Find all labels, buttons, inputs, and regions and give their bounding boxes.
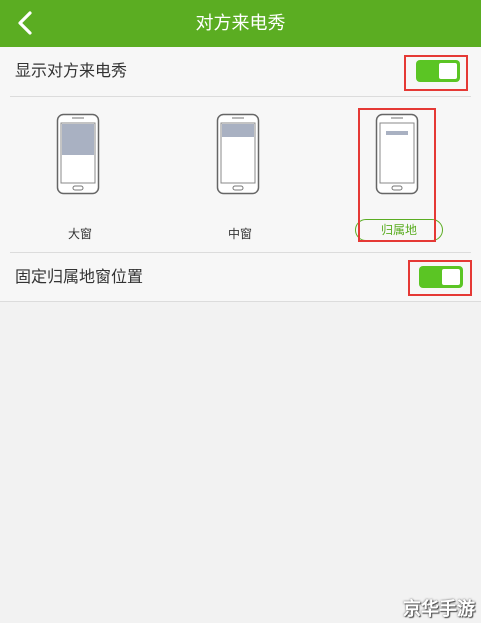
settings-panel: 显示对方来电秀 大窗 中窗 归属地 固定归属地窗位置: [0, 47, 481, 301]
window-option-medium[interactable]: 中窗: [180, 113, 300, 243]
window-option-label: 中窗: [227, 227, 252, 241]
setting-row-fix-location-window: 固定归属地窗位置: [0, 253, 481, 301]
phone-medium-window-icon: [216, 113, 260, 195]
highlight-box: [408, 260, 472, 296]
phone-large-window-icon: [56, 113, 100, 195]
window-option-label: 大窗: [67, 227, 92, 241]
highlight-box: [358, 108, 436, 242]
setting-label-show-callshow: 显示对方来电秀: [15, 61, 128, 80]
setting-label-fix-location-window: 固定归属地窗位置: [15, 267, 144, 286]
page-title: 对方来电秀: [195, 13, 286, 34]
window-option-large[interactable]: 大窗: [20, 113, 140, 243]
setting-row-show-callshow: 显示对方来电秀: [0, 47, 481, 95]
divider: [10, 96, 471, 97]
app-header: 对方来电秀: [0, 0, 481, 47]
watermark: 京华手游: [403, 599, 475, 620]
highlight-box: [404, 55, 468, 91]
divider: [0, 301, 481, 302]
